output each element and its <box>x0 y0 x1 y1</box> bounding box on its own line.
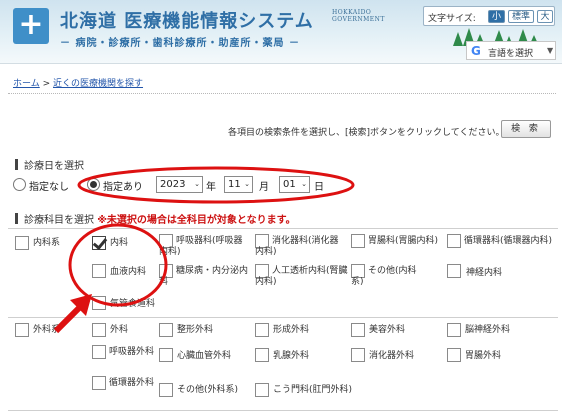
dept-label: 心臓血管外科 <box>177 351 232 361</box>
dept-label: 人工透析内科(腎臓内科) <box>255 266 348 287</box>
dept-checkbox[interactable] <box>92 264 106 278</box>
chevron-down-icon: ⌄ <box>301 180 307 188</box>
chevron-down-icon: ⌄ <box>244 180 250 188</box>
year-unit: 年 <box>206 182 216 193</box>
dept-label: 消化器科(消化器内科) <box>255 236 339 257</box>
breadcrumb-current-link[interactable]: 近くの医療機関を探す <box>53 79 143 89</box>
dept-label: 外科 <box>110 325 129 335</box>
dept-label: 気管食道科 <box>110 299 156 309</box>
dept-checkbox[interactable] <box>159 383 173 397</box>
search-button[interactable]: 検 索 <box>501 120 551 138</box>
site-logo[interactable]: + <box>13 8 49 44</box>
dept-label: 糖尿病・内分泌内科 <box>159 266 249 287</box>
dept-label: 乳腺外科 <box>273 351 310 361</box>
year-select[interactable]: 2023 ⌄ <box>156 176 203 193</box>
dept-label: 循環器外科 <box>109 378 155 388</box>
breadcrumb: ホーム > 近くの医療機関を探す <box>13 76 143 89</box>
day-unit: 日 <box>314 182 324 193</box>
plus-icon: + <box>18 7 44 42</box>
group-checkbox-internal[interactable] <box>15 236 29 250</box>
dept-label: 呼吸器外科 <box>109 347 155 357</box>
dept-label: 消化器外科 <box>369 351 415 361</box>
dept-section-note: ※未選択の場合は全科目が対象となります。 <box>97 215 296 226</box>
dept-label: 胃腸科(胃腸内科) <box>368 236 439 246</box>
divider <box>8 93 556 94</box>
site-title-english: HOKKAIDO GOVERNMENT <box>332 9 385 23</box>
dept-label: 内科 <box>110 238 129 248</box>
dept-section-heading: 診療科目を選択 ※未選択の場合は全科目が対象となります。 <box>15 211 296 226</box>
font-size-switcher: 文字サイズ: 小 標準 大 <box>423 6 555 26</box>
dept-checkbox[interactable] <box>159 348 173 362</box>
dept-checkbox[interactable] <box>255 348 269 362</box>
dept-checkbox[interactable] <box>447 348 461 362</box>
font-size-small-button[interactable]: 小 <box>488 10 505 23</box>
date-specified-radio[interactable] <box>87 178 100 191</box>
dept-label: 呼吸器科(呼吸器内科) <box>159 236 243 257</box>
chevron-down-icon: ▼ <box>547 46 554 55</box>
dept-label: 整形外科 <box>177 325 214 335</box>
breadcrumb-separator: > <box>39 79 53 89</box>
site-title: 北海道 医療機能情報システム <box>60 11 314 32</box>
search-instruction: 各項目の検索条件を選択し、[検索]ボタンをクリックしてください。→ <box>228 128 513 138</box>
dept-label: 脳神経外科 <box>465 325 511 335</box>
date-unspecified-radio[interactable] <box>13 178 26 191</box>
dept-checkbox[interactable] <box>447 323 461 337</box>
dept-checkbox[interactable] <box>351 323 365 337</box>
group-label-internal: 内科系 <box>33 238 61 248</box>
month-select[interactable]: 11 ⌄ <box>224 176 253 193</box>
dept-label: その他(外科系) <box>177 385 239 395</box>
date-specified-label: 指定あり <box>103 182 143 193</box>
group-divider <box>8 317 558 318</box>
dept-label: 美容外科 <box>369 325 406 335</box>
day-select[interactable]: 01 ⌄ <box>279 176 310 193</box>
dept-checkbox[interactable] <box>351 348 365 362</box>
site-header: + 北海道 医療機能情報システム HOKKAIDO GOVERNMENT － 病… <box>0 0 562 64</box>
language-select[interactable]: G 言語を選択 ▼ <box>466 41 556 60</box>
site-subtitle: － 病院・診療所・歯科診療所・助産所・薬局 － <box>60 38 300 49</box>
font-size-large-button[interactable]: 大 <box>537 10 553 23</box>
date-unspecified-label: 指定なし <box>29 182 69 193</box>
dept-label: 胃腸外科 <box>465 351 502 361</box>
group-label-surgical: 外科系 <box>33 325 61 335</box>
dept-label: その他(内科系) <box>351 266 417 287</box>
dept-checkbox[interactable] <box>255 323 269 337</box>
dept-checkbox-internal-medicine[interactable] <box>92 236 106 250</box>
google-translate-icon: G <box>471 44 481 58</box>
language-select-label: 言語を選択 <box>488 49 534 59</box>
dept-label: 形成外科 <box>273 325 310 335</box>
dept-checkbox[interactable] <box>255 383 269 397</box>
dept-label: こう門科(肛門外科) <box>273 385 353 395</box>
dept-checkbox[interactable] <box>159 323 173 337</box>
dept-checkbox[interactable] <box>447 264 461 278</box>
font-size-label: 文字サイズ: <box>428 14 476 24</box>
dept-label: 血液内科 <box>110 267 147 277</box>
dept-label: 循環器科(循環器内科) <box>464 236 553 246</box>
font-size-standard-button[interactable]: 標準 <box>508 10 534 23</box>
chevron-down-icon: ⌄ <box>194 180 200 188</box>
dept-label: 神経内科 <box>466 268 503 278</box>
dept-checkbox[interactable] <box>92 323 106 337</box>
heading-bar <box>15 159 18 170</box>
date-section-heading: 診療日を選択 <box>15 157 84 172</box>
month-unit: 月 <box>259 182 269 193</box>
dept-checkbox[interactable] <box>92 296 106 310</box>
heading-bar <box>15 213 18 224</box>
group-checkbox-surgical[interactable] <box>15 323 29 337</box>
breadcrumb-home-link[interactable]: ホーム <box>13 79 40 89</box>
